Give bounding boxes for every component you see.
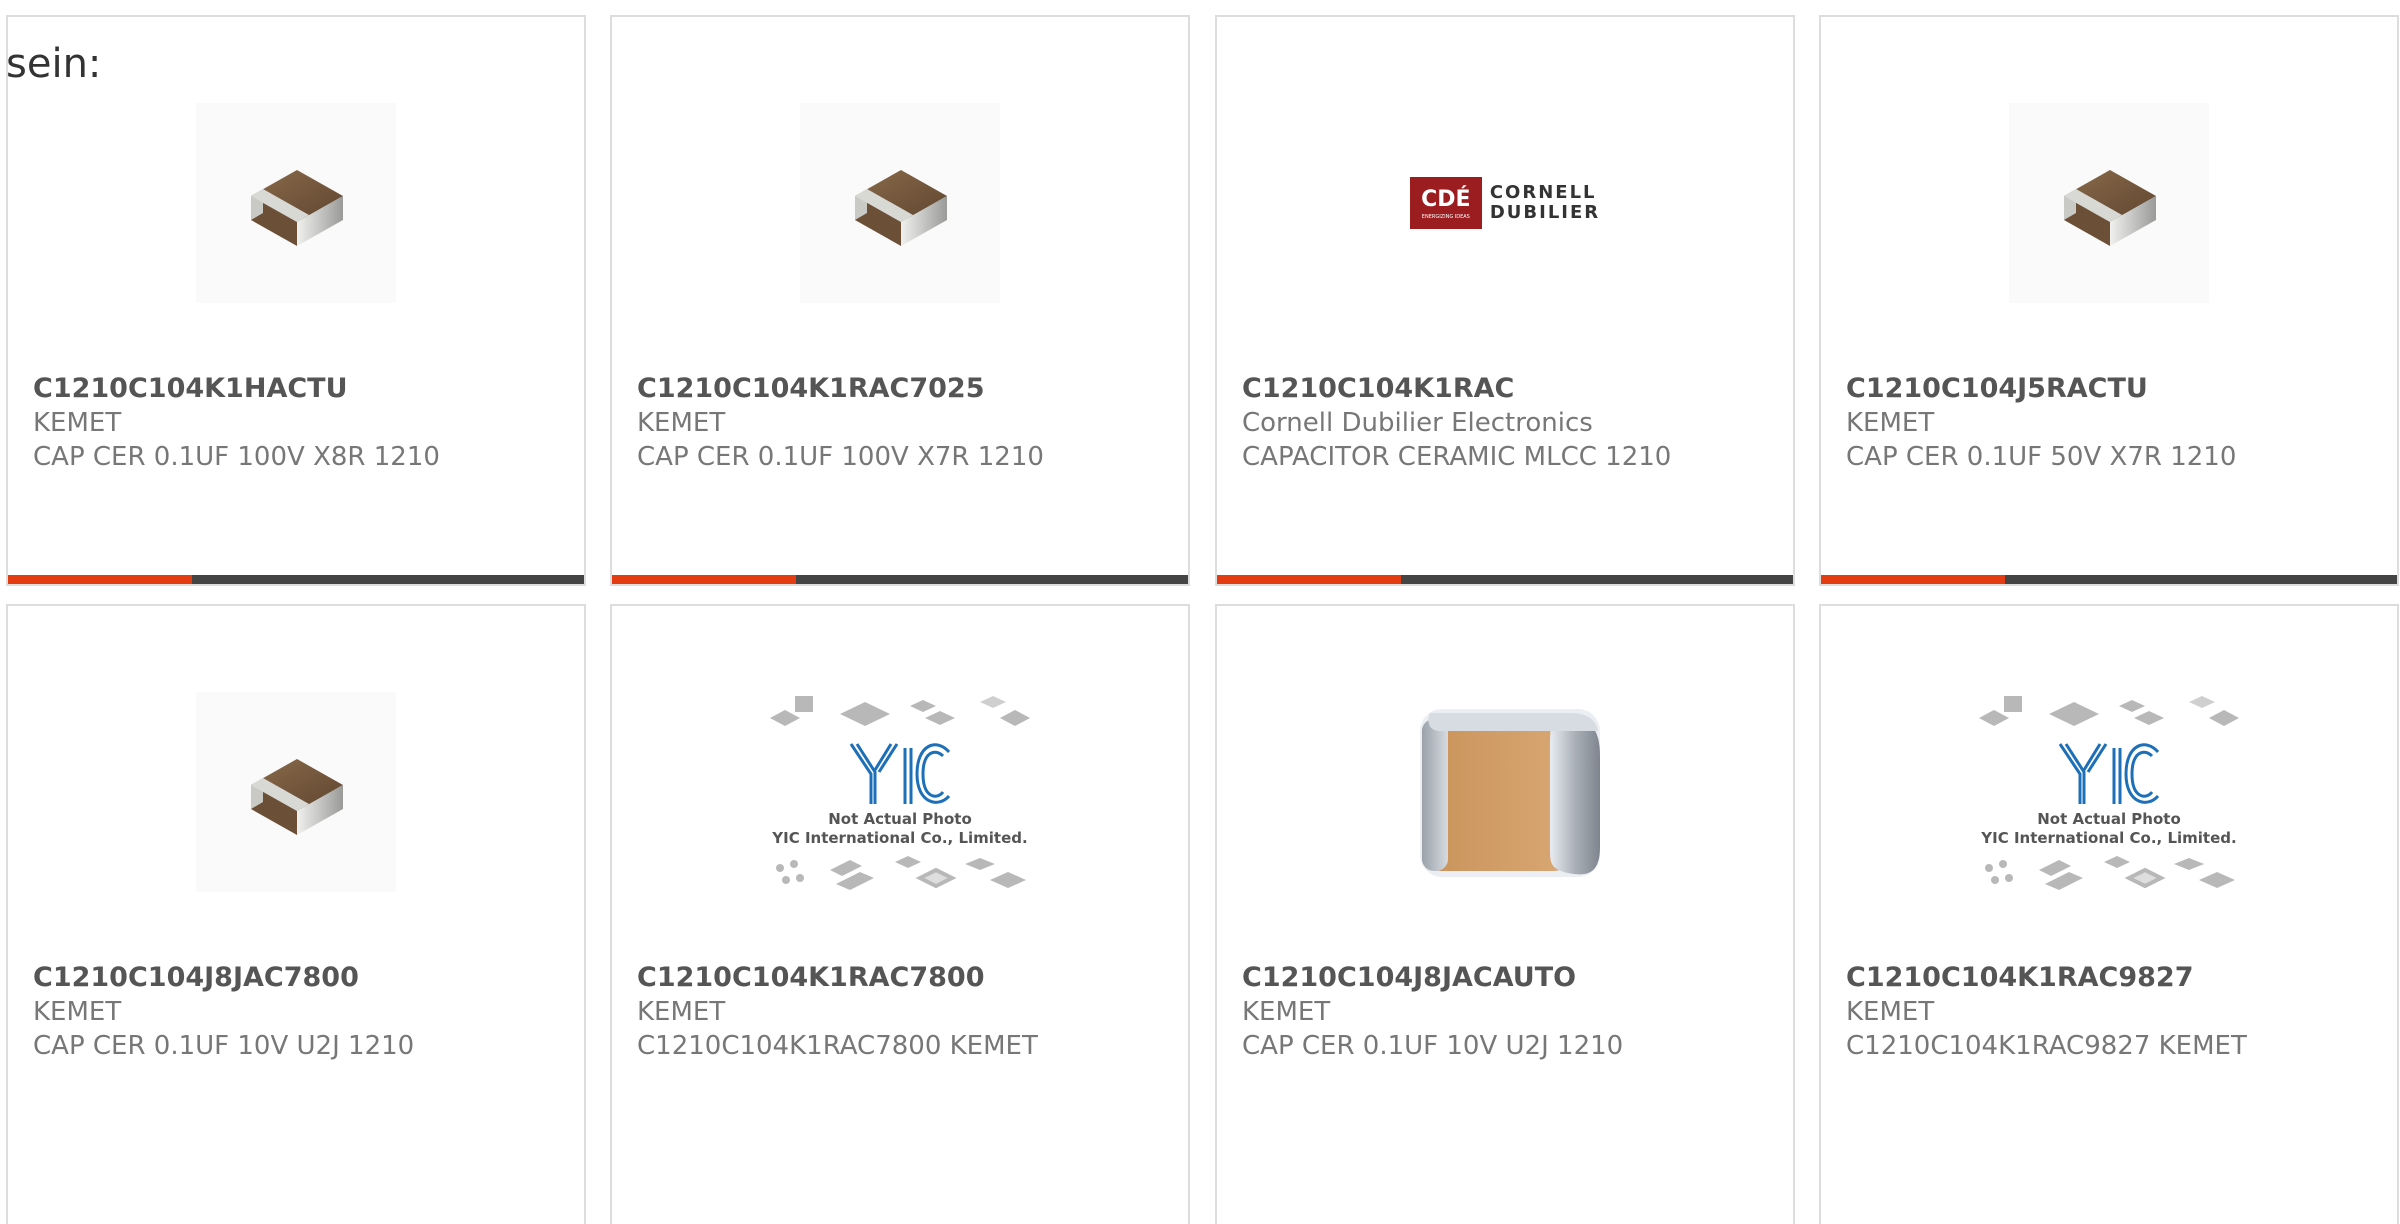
progress-bar	[1821, 575, 2397, 584]
part-number[interactable]: C1210C104K1RAC9827	[1846, 961, 2377, 995]
product-thumbnail: Not Actual Photo YIC International Co., …	[1979, 672, 2239, 912]
description: CAP CER 0.1UF 50V X7R 1210	[1846, 442, 2237, 472]
part-number[interactable]: C1210C104K1RAC7800	[637, 961, 1168, 995]
placeholder-caption-line2: YIC International Co., Limited.	[772, 829, 1028, 847]
product-card[interactable]: Not Actual Photo YIC International Co., …	[1819, 604, 2399, 1224]
capacitor-chip-image	[2064, 170, 2156, 246]
part-number[interactable]: C1210C104K1RAC7025	[637, 372, 1168, 406]
product-card[interactable]: C1210C104J5RACTU KEMET CAP CER 0.1UF 50V…	[1819, 15, 2399, 586]
component-packages-icon	[776, 856, 1026, 890]
product-thumbnail	[770, 83, 1030, 323]
progress-bar	[612, 575, 1188, 584]
progress-fill	[8, 575, 193, 584]
product-thumbnail: Not Actual Photo YIC International Co., …	[770, 672, 1030, 912]
description: CAPACITOR CERAMIC MLCC 1210	[1242, 442, 1672, 472]
part-number[interactable]: C1210C104J8JAC7800	[33, 961, 564, 995]
product-card[interactable]: C1210C104J8JACAUTO KEMET CAP CER 0.1UF 1…	[1215, 604, 1795, 1224]
manufacturer: KEMET	[1242, 997, 1331, 1027]
part-number[interactable]: C1210C104J8JACAUTO	[1242, 961, 1773, 995]
cde-logo-mark-text: CDÉ	[1421, 186, 1471, 212]
progress-bar	[1217, 575, 1793, 584]
component-packages-icon	[1979, 696, 2239, 726]
part-number[interactable]: C1210C104K1HACTU	[33, 372, 564, 406]
placeholder-caption-line1: Not Actual Photo	[2037, 810, 2181, 828]
component-packages-icon	[770, 696, 1030, 726]
yic-placeholder-image: Not Actual Photo YIC International Co., …	[1974, 688, 2244, 896]
product-thumbnail: CDÉ ENERGIZING IDEAS CORNELL DUBILIER	[1375, 83, 1635, 323]
product-card[interactable]: C1210C104J8JAC7800 KEMET CAP CER 0.1UF 1…	[6, 604, 586, 1224]
yic-placeholder-image: Not Actual Photo YIC International Co., …	[765, 688, 1035, 896]
part-number[interactable]: C1210C104K1RAC	[1242, 372, 1773, 406]
manufacturer: KEMET	[33, 408, 122, 438]
progress-fill	[1821, 575, 2006, 584]
cde-logo: CDÉ ENERGIZING IDEAS CORNELL DUBILIER	[1409, 177, 1601, 229]
capacitor-chip-image	[855, 170, 947, 246]
progress-bar	[8, 575, 584, 584]
product-card[interactable]: Not Actual Photo YIC International Co., …	[610, 604, 1190, 1224]
product-thumbnail	[166, 672, 426, 912]
cde-logo-mark: CDÉ ENERGIZING IDEAS	[1409, 177, 1482, 229]
cde-logo-tagline: ENERGIZING IDEAS	[1421, 213, 1470, 220]
manufacturer: Cornell Dubilier Electronics	[1242, 408, 1593, 438]
component-packages-icon	[1985, 856, 2235, 890]
product-card[interactable]: C1210C104K1HACTU KEMET CAP CER 0.1UF 100…	[6, 15, 586, 586]
cde-logo-line1: CORNELL	[1489, 182, 1597, 203]
capacitor-large-image	[1420, 709, 1600, 877]
manufacturer: KEMET	[637, 408, 726, 438]
product-card[interactable]: C1210C104K1RAC7025 KEMET CAP CER 0.1UF 1…	[610, 15, 1190, 586]
description: CAP CER 0.1UF 10V U2J 1210	[33, 1031, 415, 1061]
description: CAP CER 0.1UF 100V X8R 1210	[33, 442, 440, 472]
manufacturer: KEMET	[1846, 997, 1935, 1027]
placeholder-caption-line2: YIC International Co., Limited.	[1981, 829, 2237, 847]
cde-logo-line2: DUBILIER	[1489, 202, 1601, 223]
description: C1210C104K1RAC7800 KEMET	[637, 1031, 1038, 1061]
part-number[interactable]: C1210C104J5RACTU	[1846, 372, 2377, 406]
product-card[interactable]: CDÉ ENERGIZING IDEAS CORNELL DUBILIER C1…	[1215, 15, 1795, 586]
product-thumbnail	[1375, 672, 1635, 912]
description: CAP CER 0.1UF 100V X7R 1210	[637, 442, 1044, 472]
description: CAP CER 0.1UF 10V U2J 1210	[1242, 1031, 1624, 1061]
manufacturer: KEMET	[637, 997, 726, 1027]
progress-fill	[1217, 575, 1402, 584]
manufacturer: KEMET	[1846, 408, 1935, 438]
manufacturer: KEMET	[33, 997, 122, 1027]
lead-text: sein:	[6, 41, 102, 87]
capacitor-chip-image	[251, 759, 343, 835]
yic-logo-icon	[2058, 743, 2160, 804]
placeholder-caption-line1: Not Actual Photo	[828, 810, 972, 828]
product-thumbnail	[166, 83, 426, 323]
yic-logo-icon	[849, 743, 951, 804]
description: C1210C104K1RAC9827 KEMET	[1846, 1031, 2247, 1061]
capacitor-chip-image	[251, 170, 343, 246]
product-thumbnail	[1979, 83, 2239, 323]
progress-fill	[612, 575, 797, 584]
